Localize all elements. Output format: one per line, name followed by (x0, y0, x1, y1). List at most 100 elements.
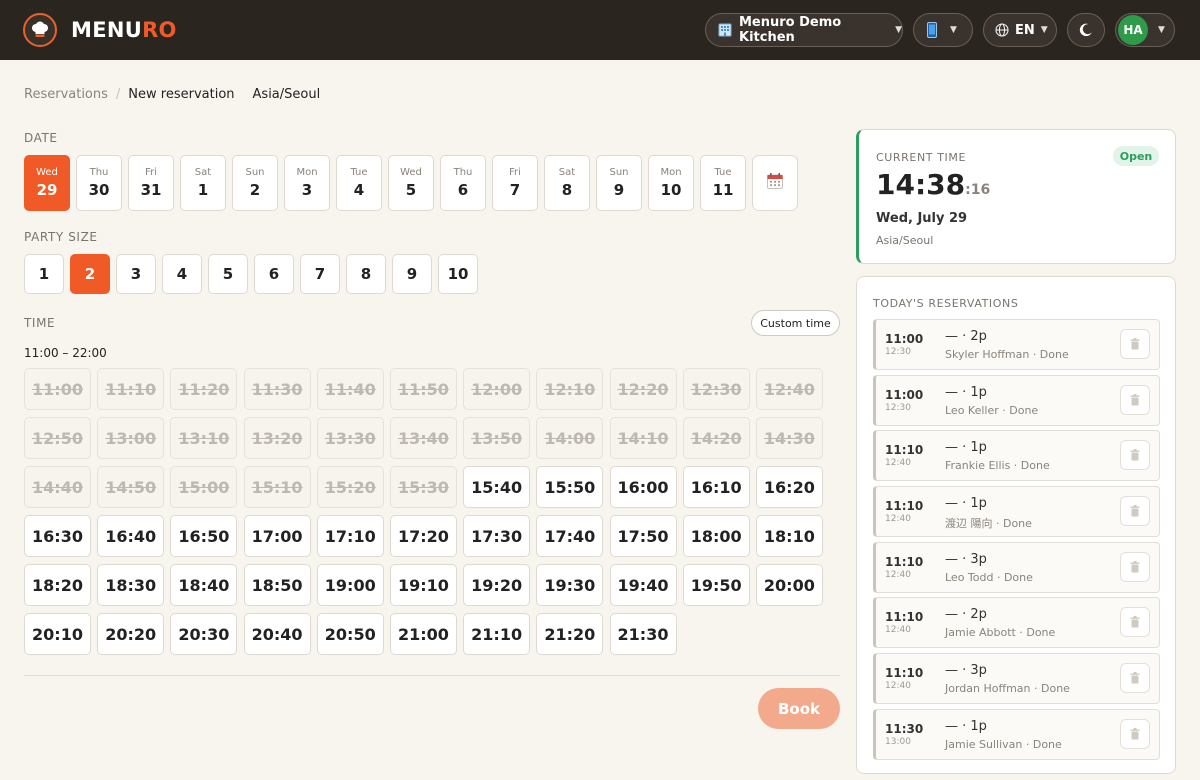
reservation-end-time: 13:00 (885, 736, 911, 747)
trash-icon (1130, 393, 1140, 406)
reservation-item[interactable]: 11:00 12:30 — · 2p Skyler Hoffman · Done (873, 319, 1160, 370)
delete-reservation-button[interactable] (1120, 496, 1150, 527)
time-slot[interactable]: 16:10 (682, 466, 750, 508)
party-size-option[interactable]: 9 (392, 254, 432, 294)
kitchen-selector[interactable]: Menuro Demo Kitchen ▼ (705, 13, 903, 47)
theme-toggle[interactable] (1067, 13, 1105, 47)
language-selector[interactable]: EN ▼ (983, 13, 1057, 47)
date-option[interactable]: Mon 3 (284, 155, 330, 211)
breadcrumb-reservations[interactable]: Reservations (24, 87, 108, 102)
time-slot-unavailable: 15:00 (170, 466, 238, 508)
time-slot[interactable]: 19:50 (682, 564, 750, 606)
party-size-option[interactable]: 10 (438, 254, 478, 294)
delete-reservation-button[interactable] (1120, 384, 1150, 415)
time-slot[interactable]: 18:50 (243, 564, 311, 606)
time-slot[interactable]: 21:00 (389, 613, 457, 655)
time-slot-unavailable: 14:00 (536, 417, 604, 459)
time-slot[interactable]: 19:20 (463, 564, 531, 606)
avatar: HA (1118, 15, 1148, 45)
time-slot[interactable]: 20:00 (755, 564, 823, 606)
time-slot-unavailable: 12:00 (463, 368, 531, 410)
reservation-item[interactable]: 11:10 12:40 — · 1p 渡辺 陽向 · Done (873, 486, 1160, 538)
date-option[interactable]: Wed 5 (388, 155, 434, 211)
delete-reservation-button[interactable] (1120, 440, 1150, 471)
time-slot[interactable]: 20:30 (170, 613, 238, 655)
reservation-start-time: 11:10 (885, 554, 924, 569)
reservation-item[interactable]: 11:30 13:00 — · 1p Jamie Sullivan · Done (873, 708, 1160, 760)
time-slot[interactable]: 16:30 (24, 515, 91, 557)
time-slot-unavailable: 12:30 (682, 368, 750, 410)
date-option[interactable]: Sat 1 (180, 155, 226, 211)
time-slot[interactable]: 18:20 (24, 564, 91, 606)
time-slot[interactable]: 15:40 (463, 466, 531, 508)
party-size-option[interactable]: 8 (346, 254, 386, 294)
time-slot[interactable]: 17:30 (463, 515, 531, 557)
delete-reservation-button[interactable] (1120, 718, 1150, 749)
time-slot[interactable]: 19:40 (609, 564, 677, 606)
time-slot[interactable]: 16:00 (609, 466, 677, 508)
time-slot[interactable]: 18:40 (170, 564, 238, 606)
reservation-item[interactable]: 11:10 12:40 — · 3p Leo Todd · Done (873, 541, 1160, 593)
time-slot[interactable]: 15:50 (536, 466, 604, 508)
date-option[interactable]: Sun 9 (596, 155, 642, 211)
brand-logo[interactable]: MENURO (71, 18, 177, 42)
date-option[interactable]: Thu 30 (76, 155, 122, 211)
party-size-option[interactable]: 1 (24, 254, 64, 294)
time-slot[interactable]: 17:10 (316, 515, 384, 557)
reservation-item[interactable]: 11:10 12:40 — · 2p Jamie Abbott · Done (873, 597, 1160, 649)
date-option[interactable]: Fri 7 (492, 155, 538, 211)
date-option[interactable]: Tue 4 (336, 155, 382, 211)
delete-reservation-button[interactable] (1120, 551, 1150, 582)
time-slot[interactable]: 17:40 (536, 515, 604, 557)
delete-reservation-button[interactable] (1120, 329, 1150, 359)
time-slot[interactable]: 17:20 (389, 515, 457, 557)
time-slot[interactable]: 19:00 (316, 564, 384, 606)
party-size-option[interactable]: 5 (208, 254, 248, 294)
time-slot[interactable]: 16:40 (97, 515, 165, 557)
time-slot[interactable]: 21:30 (609, 613, 677, 655)
todays-reservations-label: TODAY'S RESERVATIONS (873, 297, 1019, 310)
time-slot[interactable]: 17:50 (609, 515, 677, 557)
reservation-item[interactable]: 11:10 12:40 — · 1p Frankie Ellis · Done (873, 430, 1160, 482)
time-slot[interactable]: 18:10 (755, 515, 823, 557)
time-slot[interactable]: 21:20 (536, 613, 604, 655)
chef-hat-icon[interactable] (23, 13, 57, 47)
reservation-item[interactable]: 11:10 12:40 — · 3p Jordan Hoffman · Done (873, 653, 1160, 705)
device-selector[interactable]: ▼ (913, 13, 973, 47)
time-slot[interactable]: 16:50 (170, 515, 238, 557)
user-menu[interactable]: HA ▼ (1115, 13, 1175, 47)
time-slot[interactable]: 20:10 (24, 613, 91, 655)
delete-reservation-button[interactable] (1120, 607, 1150, 638)
party-size-option[interactable]: 2 (70, 254, 110, 294)
date-option[interactable]: Mon 10 (648, 155, 694, 211)
time-slot[interactable]: 20:50 (316, 613, 384, 655)
party-size-label: PARTY SIZE (24, 230, 98, 244)
party-size-option[interactable]: 4 (162, 254, 202, 294)
time-slot[interactable]: 17:00 (243, 515, 311, 557)
time-slot[interactable]: 19:10 (389, 564, 457, 606)
date-option[interactable]: Sun 2 (232, 155, 278, 211)
date-option[interactable]: Wed 29 (24, 155, 70, 211)
reservation-item[interactable]: 11:00 12:30 — · 1p Leo Keller · Done (873, 374, 1160, 426)
date-option[interactable]: Thu 6 (440, 155, 486, 211)
custom-time-button[interactable]: Custom time (751, 310, 840, 336)
time-slot[interactable]: 20:20 (97, 613, 165, 655)
time-slot[interactable]: 16:20 (755, 466, 823, 508)
time-slot[interactable]: 21:10 (463, 613, 531, 655)
date-option[interactable]: Tue 11 (700, 155, 746, 211)
delete-reservation-button[interactable] (1120, 663, 1150, 694)
calendar-button[interactable] (752, 155, 798, 211)
time-slot[interactable]: 18:30 (97, 564, 165, 606)
party-size-option[interactable]: 7 (300, 254, 340, 294)
party-size-option[interactable]: 6 (254, 254, 294, 294)
time-slot[interactable]: 20:40 (243, 613, 311, 655)
trash-icon (1130, 338, 1140, 350)
book-button[interactable]: Book (758, 688, 840, 729)
time-slot[interactable]: 19:30 (536, 564, 604, 606)
reservation-guest-status: Skyler Hoffman · Done (945, 348, 1069, 361)
phone-icon (926, 22, 938, 38)
party-size-option[interactable]: 3 (116, 254, 156, 294)
time-slot[interactable]: 18:00 (682, 515, 750, 557)
date-option[interactable]: Fri 31 (128, 155, 174, 211)
date-option[interactable]: Sat 8 (544, 155, 590, 211)
